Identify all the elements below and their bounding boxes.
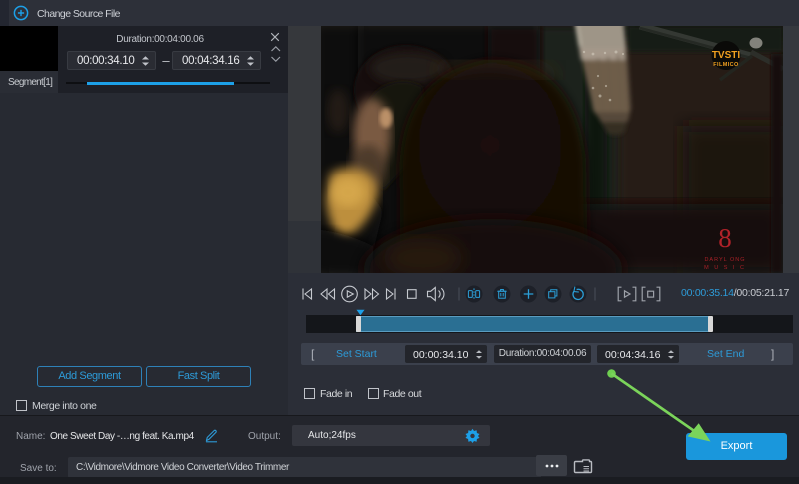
svg-text:TVSTI: TVSTI — [712, 50, 741, 61]
svg-text:M U S I C: M U S I C — [704, 265, 746, 271]
svg-text:FILMICO: FILMICO — [713, 62, 739, 68]
svg-text:DARYL ONG: DARYL ONG — [704, 257, 745, 263]
svg-text:8: 8 — [718, 223, 732, 253]
